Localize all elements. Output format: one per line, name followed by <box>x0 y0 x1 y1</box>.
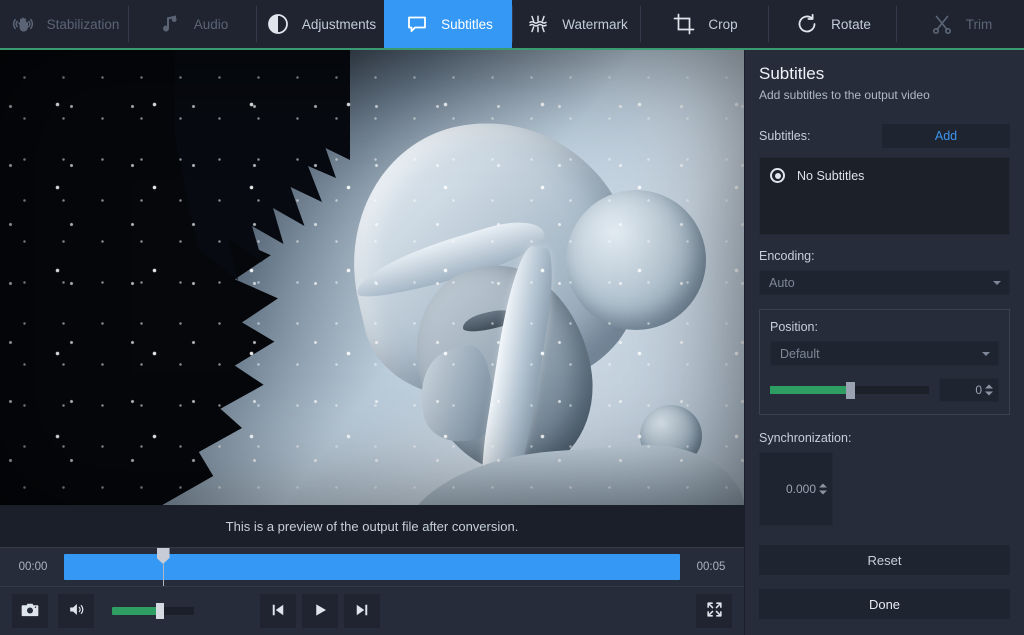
playhead-handle[interactable] <box>157 548 170 586</box>
sidebar-spacer <box>759 526 1010 545</box>
position-value: Default <box>780 347 820 361</box>
volume-slider[interactable] <box>112 607 194 615</box>
list-item[interactable]: No Subtitles <box>770 168 999 183</box>
tab-watermark[interactable]: Watermark <box>512 0 640 48</box>
synchronization-stepper[interactable]: 0.000 <box>759 452 833 526</box>
synchronization-label: Synchronization: <box>759 431 1010 445</box>
hand-stabilization-icon <box>9 10 37 38</box>
watermark-icon <box>524 10 552 38</box>
contrast-circle-icon <box>264 10 292 38</box>
chevron-down-icon <box>982 352 990 356</box>
tab-label: Watermark <box>562 17 628 32</box>
stepper-up-icon[interactable] <box>985 385 993 389</box>
position-slider-knob[interactable] <box>846 382 855 399</box>
transport-controls <box>260 594 380 628</box>
current-time-label: 00:00 <box>14 561 52 573</box>
playhead-marker-icon <box>157 548 170 564</box>
synchronization-value: 0.000 <box>786 482 816 496</box>
tab-label: Adjustments <box>302 17 376 32</box>
tab-label: Trim <box>966 17 993 32</box>
encoding-label: Encoding: <box>759 249 1010 263</box>
player-controls <box>0 587 744 635</box>
speech-bubble-icon <box>403 10 431 38</box>
panel-title: Subtitles <box>759 64 1010 84</box>
subtitles-list[interactable]: No Subtitles <box>759 157 1010 235</box>
tab-label: Stabilization <box>47 17 120 32</box>
reset-button[interactable]: Reset <box>759 545 1010 575</box>
play-icon <box>311 601 329 622</box>
tab-subtitles[interactable]: Subtitles <box>384 0 512 48</box>
tab-crop[interactable]: Crop <box>640 0 768 48</box>
crop-icon <box>670 10 698 38</box>
tab-audio[interactable]: Audio <box>128 0 256 48</box>
video-preview[interactable] <box>0 50 744 505</box>
play-button[interactable] <box>302 594 338 628</box>
timeline-track[interactable] <box>64 554 680 580</box>
radio-dot <box>775 173 781 179</box>
app-window: Stabilization Audio Adjustments <box>0 0 1024 635</box>
stepper-down-icon[interactable] <box>819 491 827 495</box>
stepper-up-icon[interactable] <box>819 484 827 488</box>
position-offset-row: 0 <box>770 378 999 402</box>
playhead-stem <box>163 564 164 586</box>
skip-next-icon <box>353 601 371 622</box>
volume-button[interactable] <box>58 594 94 628</box>
fullscreen-button[interactable] <box>696 594 732 628</box>
tab-label: Rotate <box>831 17 871 32</box>
position-offset-value: 0 <box>975 383 982 397</box>
position-slider-fill <box>770 386 850 394</box>
tab-rotate[interactable]: Rotate <box>768 0 896 48</box>
total-time-label: 00:05 <box>692 561 730 573</box>
subtitles-row: Subtitles: Add <box>759 124 1010 148</box>
helmet-ear-disc <box>566 190 706 330</box>
timeline: 00:00 00:05 <box>0 547 744 587</box>
previous-frame-button[interactable] <box>260 594 296 628</box>
subtitle-item-label: No Subtitles <box>797 169 864 183</box>
done-button[interactable]: Done <box>759 589 1010 619</box>
stepper-arrows <box>985 385 993 396</box>
camera-icon <box>20 600 40 623</box>
next-frame-button[interactable] <box>344 594 380 628</box>
fullscreen-icon <box>705 600 724 622</box>
tab-label: Crop <box>708 17 737 32</box>
subtitles-label: Subtitles: <box>759 129 810 143</box>
speaker-icon <box>67 600 86 622</box>
volume-knob[interactable] <box>156 603 164 619</box>
add-subtitle-button[interactable]: Add <box>882 124 1010 148</box>
top-toolbar: Stabilization Audio Adjustments <box>0 0 1024 50</box>
subtitles-settings-panel: Subtitles Add subtitles to the output vi… <box>744 50 1024 635</box>
position-slider[interactable] <box>770 386 929 394</box>
music-note-icon <box>156 10 184 38</box>
volume-fill <box>112 607 160 615</box>
video-player-panel: This is a preview of the output file aft… <box>0 50 744 635</box>
radio-selected-icon[interactable] <box>770 168 785 183</box>
preview-note-text: This is a preview of the output file aft… <box>226 519 519 534</box>
preview-note: This is a preview of the output file aft… <box>0 505 744 547</box>
encoding-select[interactable]: Auto <box>759 270 1010 295</box>
main-body: This is a preview of the output file aft… <box>0 50 1024 635</box>
scissors-icon <box>928 10 956 38</box>
chevron-down-icon <box>993 281 1001 285</box>
position-select[interactable]: Default <box>770 341 999 366</box>
rotate-icon <box>793 10 821 38</box>
panel-subtitle: Add subtitles to the output video <box>759 88 1010 102</box>
tab-label: Audio <box>194 17 229 32</box>
position-group: Position: Default 0 <box>759 309 1010 415</box>
skip-previous-icon <box>269 601 287 622</box>
stepper-down-icon[interactable] <box>985 392 993 396</box>
tab-label: Subtitles <box>441 17 493 32</box>
stepper-arrows <box>819 484 827 495</box>
tab-adjustments[interactable]: Adjustments <box>256 0 384 48</box>
position-offset-stepper[interactable]: 0 <box>939 378 999 402</box>
tab-stabilization[interactable]: Stabilization <box>0 0 128 48</box>
camera-snapshot-button[interactable] <box>12 594 48 628</box>
tab-trim[interactable]: Trim <box>896 0 1024 48</box>
position-label: Position: <box>770 320 999 334</box>
encoding-value: Auto <box>769 276 795 290</box>
